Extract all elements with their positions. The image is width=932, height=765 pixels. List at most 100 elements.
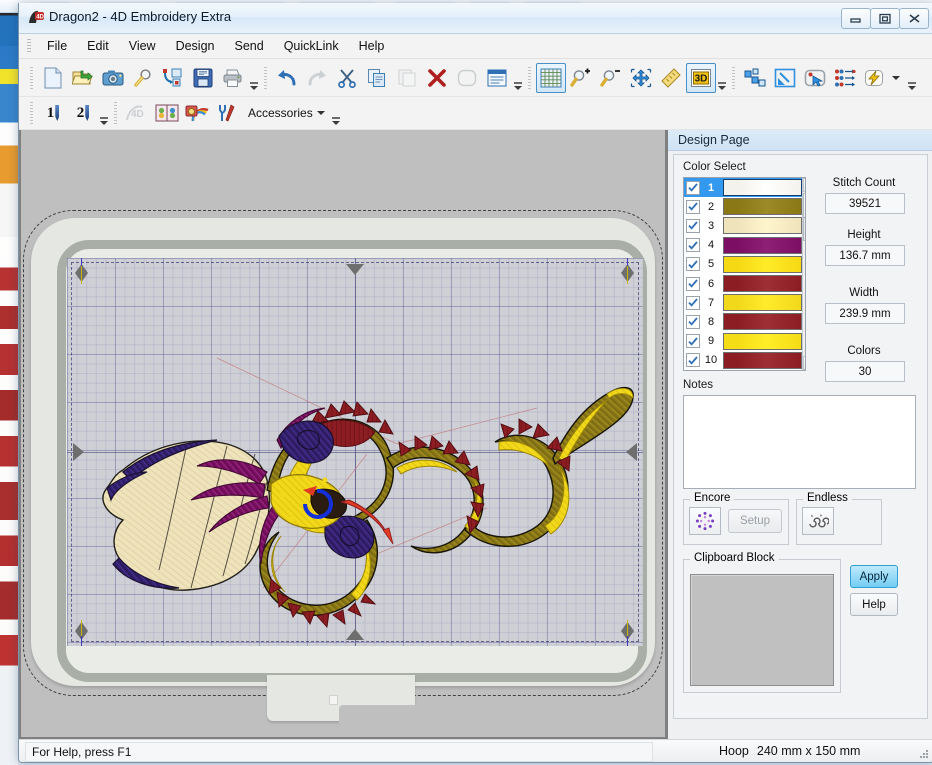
scroll-thumb[interactable] (803, 193, 805, 241)
menu-edit[interactable]: Edit (78, 36, 118, 56)
color-swatch[interactable] (723, 275, 802, 293)
color-visibility-checkbox[interactable] (686, 180, 700, 195)
secondary-toolbar-grip[interactable] (30, 102, 33, 124)
photo-stitch-button[interactable] (182, 98, 212, 128)
open-button[interactable] (68, 63, 98, 93)
optimize-dropdown-caret[interactable] (892, 75, 900, 80)
scroll-up-arrow[interactable] (803, 178, 805, 192)
encore-button[interactable] (689, 507, 721, 535)
color-swatch[interactable] (723, 294, 802, 312)
color-list-scrollbar[interactable] (802, 178, 805, 370)
menu-file[interactable]: File (38, 36, 76, 56)
color-visibility-checkbox[interactable] (686, 199, 700, 214)
color-swatch[interactable] (723, 255, 802, 273)
configure-button[interactable] (212, 98, 242, 128)
toolbar-overflow-2[interactable] (512, 64, 523, 92)
color-row[interactable]: 1 (684, 178, 805, 198)
resize-grip-icon[interactable] (918, 748, 930, 760)
restore-button[interactable] (870, 8, 900, 29)
copy-button[interactable] (362, 63, 392, 93)
color-visibility-checkbox[interactable] (686, 218, 700, 233)
design-library-button[interactable] (152, 98, 182, 128)
color-sort-button[interactable] (830, 63, 860, 93)
color-row[interactable]: 4 (684, 236, 805, 255)
menu-grip[interactable] (27, 39, 31, 53)
view-design-button[interactable] (128, 63, 158, 93)
handle-right-center[interactable] (626, 443, 637, 461)
color-row[interactable]: 6 (684, 274, 805, 293)
color-swatch[interactable] (723, 351, 802, 369)
cut-button[interactable] (332, 63, 362, 93)
help-button[interactable]: Help (850, 593, 898, 616)
toolbar-grip[interactable] (30, 66, 33, 89)
three-d-button[interactable]: 3D (686, 62, 716, 93)
optimize-button[interactable] (860, 63, 890, 93)
handle-top-center[interactable] (346, 264, 364, 275)
color-visibility-checkbox[interactable] (686, 295, 700, 310)
color-row[interactable]: 10 (684, 351, 805, 370)
accessories-dropdown-caret[interactable] (316, 111, 325, 115)
color-swatch[interactable] (723, 198, 802, 216)
menu-send[interactable]: Send (226, 36, 273, 56)
color-row[interactable]: 8 (684, 312, 805, 331)
color-swatch[interactable] (723, 313, 802, 331)
window-1-button[interactable]: 1 (38, 98, 68, 128)
color-swatch[interactable] (723, 236, 802, 254)
color-visibility-checkbox[interactable] (686, 314, 700, 329)
clipboard-preview[interactable] (690, 574, 834, 686)
zoom-in-button[interactable] (566, 63, 596, 93)
color-visibility-checkbox[interactable] (686, 238, 700, 253)
toolbar-overflow-4[interactable] (906, 64, 917, 92)
undo-button[interactable] (272, 63, 302, 93)
color-row[interactable]: 7 (684, 293, 805, 312)
color-swatch[interactable] (723, 217, 802, 235)
minimize-button[interactable] (841, 8, 871, 29)
handle-bottom-center[interactable] (346, 629, 364, 640)
pan-button[interactable] (626, 63, 656, 93)
color-row[interactable]: 3 (684, 216, 805, 235)
color-visibility-checkbox[interactable] (686, 276, 700, 291)
menu-design[interactable]: Design (167, 36, 224, 56)
select-nodes-button[interactable] (740, 63, 770, 93)
endless-button[interactable] (802, 507, 834, 535)
canvas-surface[interactable] (21, 130, 665, 737)
dragon-embroidery-artwork[interactable] (67, 258, 643, 646)
toolbar-overflow-1[interactable] (248, 64, 259, 92)
color-row[interactable]: 9 (684, 332, 805, 351)
handle-top-left[interactable] (71, 258, 93, 284)
color-row[interactable]: 2 (684, 197, 805, 216)
handle-bottom-left[interactable] (71, 620, 93, 646)
handle-top-right[interactable] (617, 258, 639, 284)
color-row[interactable]: 5 (684, 255, 805, 274)
title-bar[interactable]: 4D Dragon2 - 4D Embroidery Extra (19, 3, 932, 34)
design-canvas[interactable] (19, 130, 668, 743)
save-button[interactable] (188, 63, 218, 93)
handle-left-center[interactable] (73, 443, 84, 461)
design-grid-area[interactable] (67, 258, 643, 646)
color-visibility-checkbox[interactable] (686, 334, 700, 349)
color-swatch[interactable] (723, 332, 802, 350)
box-select-button[interactable] (800, 63, 830, 93)
window-2-button[interactable]: 2 (68, 98, 98, 128)
measure-button[interactable] (656, 63, 686, 93)
apply-button[interactable]: Apply (850, 565, 898, 588)
handle-bottom-right[interactable] (617, 620, 639, 646)
insert-button[interactable] (158, 63, 188, 93)
design-properties-button[interactable] (482, 63, 512, 93)
toolbar-overflow-3[interactable] (716, 64, 727, 92)
delete-button[interactable] (422, 63, 452, 93)
close-button[interactable] (899, 8, 929, 29)
menu-view[interactable]: View (120, 36, 165, 56)
color-visibility-checkbox[interactable] (686, 353, 700, 368)
menu-help[interactable]: Help (350, 36, 394, 56)
new-button[interactable] (38, 63, 68, 93)
scroll-down-arrow[interactable] (803, 356, 805, 370)
freehand-select-button[interactable] (770, 63, 800, 93)
accessories-label[interactable]: Accessories (242, 106, 317, 120)
color-select-list[interactable]: 1 2 3 4 5 6 7 8 9 10 (683, 177, 806, 371)
print-button[interactable] (218, 63, 248, 93)
zoom-out-button[interactable] (596, 63, 626, 93)
color-visibility-checkbox[interactable] (686, 257, 700, 272)
capture-button[interactable] (98, 63, 128, 93)
color-swatch[interactable] (723, 179, 802, 197)
